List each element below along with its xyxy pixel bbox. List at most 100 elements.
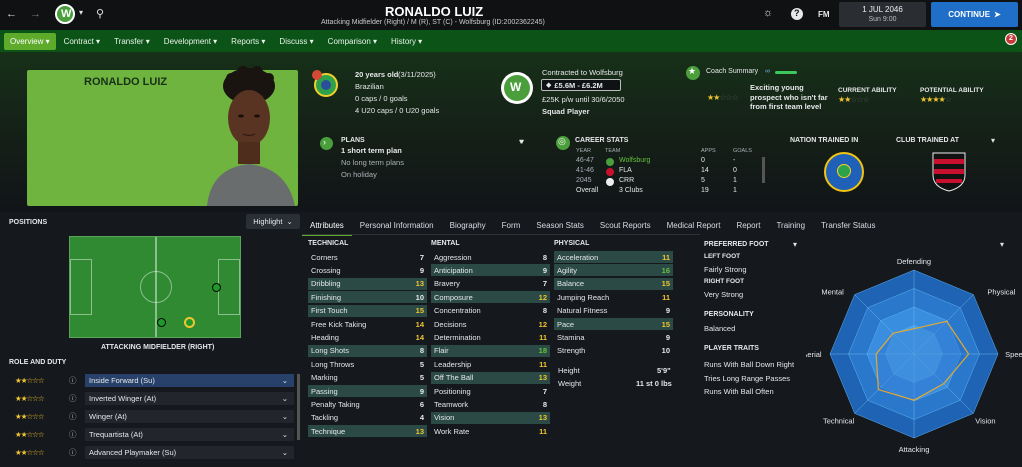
club-crest-icon[interactable]: W bbox=[55, 4, 75, 24]
attr-tab-report[interactable]: Report bbox=[728, 217, 768, 236]
attribute-name: Finishing bbox=[311, 292, 342, 302]
info-icon[interactable]: ⓘ bbox=[69, 375, 85, 386]
radar-label-mental: Mental bbox=[821, 288, 844, 297]
technical-attribute-row[interactable]: Passing 9 bbox=[308, 385, 427, 397]
attr-tab-training[interactable]: Training bbox=[768, 217, 813, 236]
physical-attribute-row[interactable]: Pace 15 bbox=[554, 318, 673, 330]
chevron-down-icon[interactable]: ▾ bbox=[79, 8, 83, 17]
nav-tab-contract[interactable]: Contract ▾ bbox=[58, 33, 106, 50]
technical-attribute-row[interactable]: Free Kick Taking 14 bbox=[308, 318, 427, 330]
physical-attribute-row[interactable]: Jumping Reach 11 bbox=[554, 291, 673, 303]
technical-attribute-row[interactable]: Technique 13 bbox=[308, 425, 427, 438]
info-icon[interactable]: ⓘ bbox=[69, 447, 85, 458]
plans-title[interactable]: PLANS bbox=[341, 137, 365, 144]
help-icon[interactable]: ? bbox=[791, 8, 803, 20]
career-year: 41-46 bbox=[576, 167, 594, 174]
right-foot-label: RIGHT FOOT bbox=[704, 278, 745, 285]
scouting-icon[interactable]: ☼ bbox=[763, 7, 773, 19]
nav-tab-history[interactable]: History ▾ bbox=[385, 33, 428, 50]
team-crest-icon bbox=[606, 168, 614, 176]
technical-attribute-row[interactable]: Long Shots 8 bbox=[308, 344, 427, 357]
continue-button[interactable]: CONTINUE ➤ bbox=[931, 2, 1018, 27]
technical-attribute-row[interactable]: Dribbling 13 bbox=[308, 277, 427, 290]
mental-attribute-row[interactable]: Anticipation 9 bbox=[431, 264, 550, 277]
nav-tab-comparison[interactable]: Comparison ▾ bbox=[322, 33, 383, 50]
technical-attribute-row[interactable]: Finishing 10 bbox=[308, 291, 427, 304]
back-arrow-icon[interactable]: ← bbox=[6, 8, 17, 20]
attribute-name: Work Rate bbox=[434, 426, 470, 436]
role-duty-row[interactable]: ★★☆☆☆ ⓘ Inverted Winger (At) ⌄ bbox=[9, 392, 294, 405]
physical-attribute-row[interactable]: Natural Fitness 9 bbox=[554, 305, 673, 317]
physical-attribute-row[interactable]: Strength 10 bbox=[554, 345, 673, 357]
squad-status: Squad Player bbox=[542, 107, 590, 116]
mental-attribute-row[interactable]: Teamwork 8 bbox=[431, 398, 550, 410]
role-duty-row[interactable]: ★★☆☆☆ ⓘ Inside Forward (Su) ⌄ bbox=[9, 374, 294, 387]
info-icon[interactable]: ⓘ bbox=[69, 411, 85, 422]
nav-tab-overview[interactable]: Overview ▾ bbox=[4, 32, 56, 50]
date-display[interactable]: 1 JUL 2046 Sun 9:00 bbox=[839, 2, 926, 27]
technical-attribute-row[interactable]: Marking 5 bbox=[308, 372, 427, 384]
info-icon[interactable]: ⓘ bbox=[69, 393, 85, 404]
role-scrollbar[interactable] bbox=[297, 374, 300, 440]
player-dob: (3/11/2025) bbox=[398, 70, 436, 79]
mental-attribute-row[interactable]: Aggression 8 bbox=[431, 251, 550, 263]
info-icon[interactable]: ⓘ bbox=[69, 429, 85, 440]
technical-attribute-row[interactable]: Crossing 9 bbox=[308, 264, 427, 276]
mental-attribute-row[interactable]: Work Rate 11 bbox=[431, 425, 550, 437]
attribute-value: 8 bbox=[542, 306, 547, 316]
career-apps: 0 bbox=[701, 157, 705, 164]
role-duty-row[interactable]: ★★☆☆☆ ⓘ Advanced Playmaker (Su) ⌄ bbox=[9, 446, 294, 459]
nav-tab-reports[interactable]: Reports ▾ bbox=[225, 33, 271, 50]
radar-label-aerial: Aerial bbox=[806, 350, 822, 359]
physical-attribute-row[interactable]: Acceleration 11 bbox=[554, 251, 673, 263]
career-stats-title[interactable]: CAREER STATS bbox=[575, 137, 628, 144]
highlight-dropdown[interactable]: Highlight ⌄ bbox=[246, 214, 300, 229]
mental-attribute-row[interactable]: Bravery 7 bbox=[431, 278, 550, 290]
nav-tab-discuss[interactable]: Discuss ▾ bbox=[273, 33, 319, 50]
mental-attribute-row[interactable]: Leadership 11 bbox=[431, 358, 550, 370]
technical-attribute-row[interactable]: Tackling 4 bbox=[308, 412, 427, 424]
role-name: Advanced Playmaker (Su) bbox=[89, 448, 177, 457]
mental-attribute-row[interactable]: Concentration 8 bbox=[431, 305, 550, 317]
radar-chevron-down-icon[interactable]: ▾ bbox=[1000, 240, 1004, 249]
attribute-value: 12 bbox=[538, 292, 547, 302]
trained-chevron-down-icon[interactable]: ▾ bbox=[991, 136, 995, 145]
summary-stars: ★★☆☆☆ bbox=[707, 93, 739, 102]
mental-attribute-row[interactable]: Flair 18 bbox=[431, 344, 550, 357]
technical-attribute-row[interactable]: Heading 14 bbox=[308, 331, 427, 343]
attribute-value: 11 bbox=[662, 292, 670, 302]
nav-tab-transfer[interactable]: Transfer ▾ bbox=[108, 33, 156, 50]
forward-arrow-icon[interactable]: → bbox=[30, 8, 41, 20]
technical-attribute-row[interactable]: First Touch 15 bbox=[308, 304, 427, 317]
nav-tab-development[interactable]: Development ▾ bbox=[158, 33, 223, 50]
search-icon[interactable]: ⚲ bbox=[96, 7, 104, 20]
day-text: Sun 9:00 bbox=[868, 16, 897, 23]
mental-attribute-row[interactable]: Determination 11 bbox=[431, 331, 550, 343]
value-box: ◆ £5.6M - £6.2M bbox=[541, 79, 621, 91]
positions-title[interactable]: POSITIONS bbox=[9, 219, 47, 226]
mental-attribute-row[interactable]: Positioning 7 bbox=[431, 385, 550, 397]
mental-attribute-row[interactable]: Decisions 12 bbox=[431, 318, 550, 330]
physical-attribute-row[interactable]: Balance 15 bbox=[554, 277, 673, 290]
technical-attribute-row[interactable]: Penalty Taking 6 bbox=[308, 398, 427, 410]
attr-tab-transfer-status[interactable]: Transfer Status bbox=[813, 217, 883, 236]
mental-attribute-row[interactable]: Composure 12 bbox=[431, 291, 550, 304]
technical-attribute-row[interactable]: Corners 7 bbox=[308, 251, 427, 263]
attribute-value: 4 bbox=[419, 413, 424, 423]
role-duty-row[interactable]: ★★☆☆☆ ⓘ Winger (At) ⌄ bbox=[9, 410, 294, 423]
plans-arrow-icon: › bbox=[320, 137, 333, 150]
attribute-name: Vision bbox=[434, 413, 455, 423]
fm-menu[interactable]: FM bbox=[818, 10, 830, 19]
mental-attribute-row[interactable]: Vision 13 bbox=[431, 411, 550, 424]
technical-attribute-row[interactable]: Long Throws 5 bbox=[308, 358, 427, 370]
mental-attribute-row[interactable]: Off The Ball 13 bbox=[431, 371, 550, 384]
career-scrollbar[interactable] bbox=[762, 157, 765, 183]
profile-chevron-down-icon[interactable]: ▾ bbox=[793, 240, 797, 249]
career-goals: 0 bbox=[733, 167, 737, 174]
physical-attribute-row[interactable]: Stamina 9 bbox=[554, 331, 673, 343]
role-duty-row[interactable]: ★★☆☆☆ ⓘ Trequartista (At) ⌄ bbox=[9, 428, 294, 441]
career-chevron-down-icon[interactable]: ▾ bbox=[520, 137, 524, 146]
attribute-name: Flair bbox=[434, 346, 449, 356]
notification-badge[interactable]: 2 bbox=[1005, 33, 1017, 45]
physical-attribute-row[interactable]: Agility 16 bbox=[554, 264, 673, 277]
